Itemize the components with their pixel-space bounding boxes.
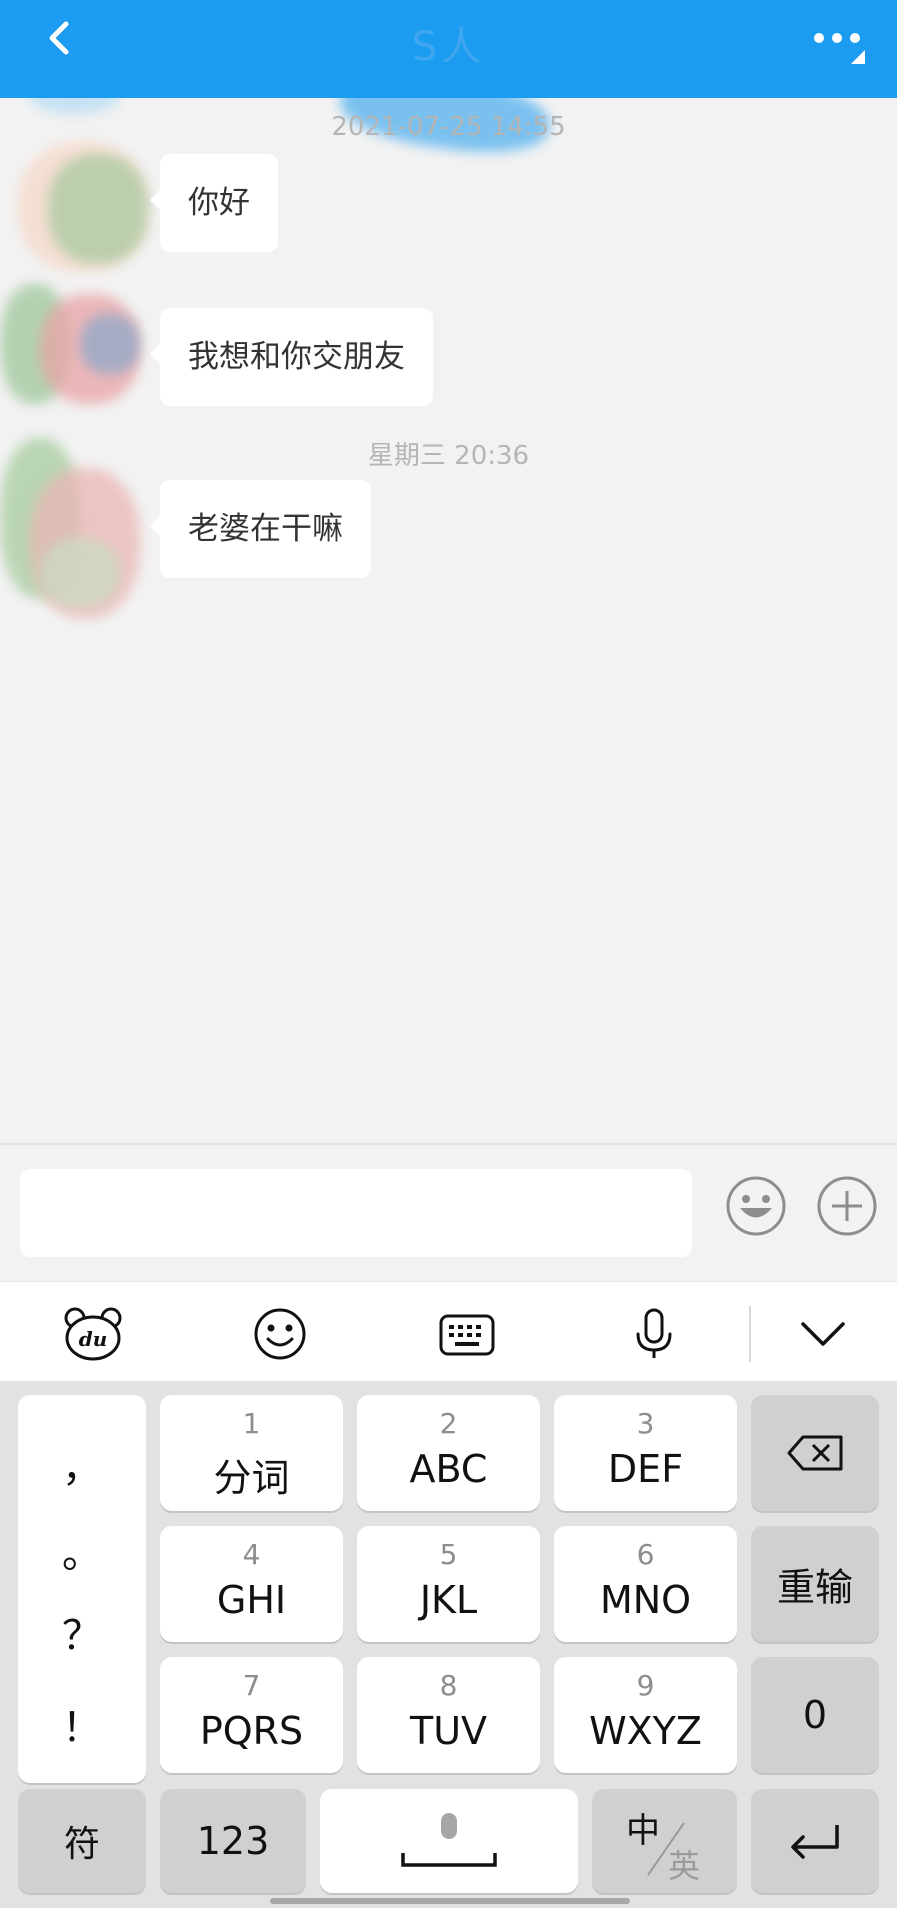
space-key[interactable] [320, 1789, 578, 1893]
key-8[interactable]: 8 TUV [357, 1657, 540, 1773]
key-9[interactable]: 9 WXYZ [554, 1657, 737, 1773]
punct-exclaim[interactable]: ！ [18, 1695, 146, 1753]
key-3[interactable]: 3 DEF [554, 1395, 737, 1511]
keyboard-toolbar: du [0, 1281, 897, 1381]
chat-title: S人 [411, 24, 486, 70]
message-input[interactable] [20, 1169, 692, 1257]
timestamp: 2021-07-25 14:55 [331, 112, 566, 142]
zero-key[interactable]: 0 [751, 1657, 879, 1773]
du-bear-icon[interactable]: du [63, 1306, 123, 1362]
message-bubble[interactable]: 我想和你交朋友 [150, 308, 433, 406]
key-5[interactable]: 5 JKL [357, 1526, 540, 1642]
backspace-icon [787, 1435, 843, 1471]
punct-question[interactable]: ？ [18, 1603, 146, 1661]
smiley-icon[interactable] [725, 1175, 787, 1237]
key-2[interactable]: 2 ABC [357, 1395, 540, 1511]
language-switch-key[interactable]: 中 英 [592, 1789, 737, 1893]
message-input-bar [0, 1143, 897, 1281]
numbers-key[interactable]: 123 [160, 1789, 306, 1893]
punct-comma[interactable]: ， [18, 1435, 146, 1493]
keyboard: ， 。 ？ ！ 1 分词 2 ABC 3 DEF 4 GHI 5 JKL 6 M… [0, 1381, 897, 1908]
key-4[interactable]: 4 GHI [160, 1526, 343, 1642]
keyboard-icon[interactable] [437, 1306, 497, 1362]
chevron-down-icon[interactable] [793, 1306, 853, 1362]
avatar[interactable] [18, 142, 148, 292]
key-6[interactable]: 6 MNO [554, 1526, 737, 1642]
return-key[interactable] [751, 1789, 879, 1893]
home-indicator [270, 1898, 630, 1904]
avatar[interactable] [0, 274, 150, 424]
chat-area[interactable]: 2021-07-25 14:55 你好 我想和你交朋友 星期三 20:36 老婆… [0, 98, 897, 1143]
message-bubble[interactable]: 你好 [150, 154, 278, 252]
reset-key[interactable]: 重输 [751, 1526, 879, 1642]
svg-text:du: du [79, 1327, 108, 1351]
more-dots-icon[interactable] [811, 20, 867, 70]
message-bubble[interactable]: 老婆在干嘛 [150, 480, 371, 578]
punct-period[interactable]: 。 [18, 1521, 146, 1579]
key-7[interactable]: 7 PQRS [160, 1657, 343, 1773]
slash-divider [647, 1822, 685, 1876]
microphone-icon[interactable] [624, 1306, 684, 1362]
plus-icon[interactable] [816, 1175, 878, 1237]
return-icon [791, 1825, 839, 1859]
punctuation-column[interactable]: ， 。 ？ ！ [18, 1395, 146, 1783]
key-1[interactable]: 1 分词 [160, 1395, 343, 1511]
symbol-key[interactable]: 符 [18, 1789, 146, 1893]
emoji-face-icon[interactable] [250, 1306, 310, 1362]
space-mic-icon [401, 1813, 497, 1867]
avatar[interactable] [0, 438, 150, 628]
toolbar-separator [749, 1306, 751, 1362]
backspace-key[interactable] [751, 1395, 879, 1511]
nav-header: S人 [0, 0, 897, 98]
